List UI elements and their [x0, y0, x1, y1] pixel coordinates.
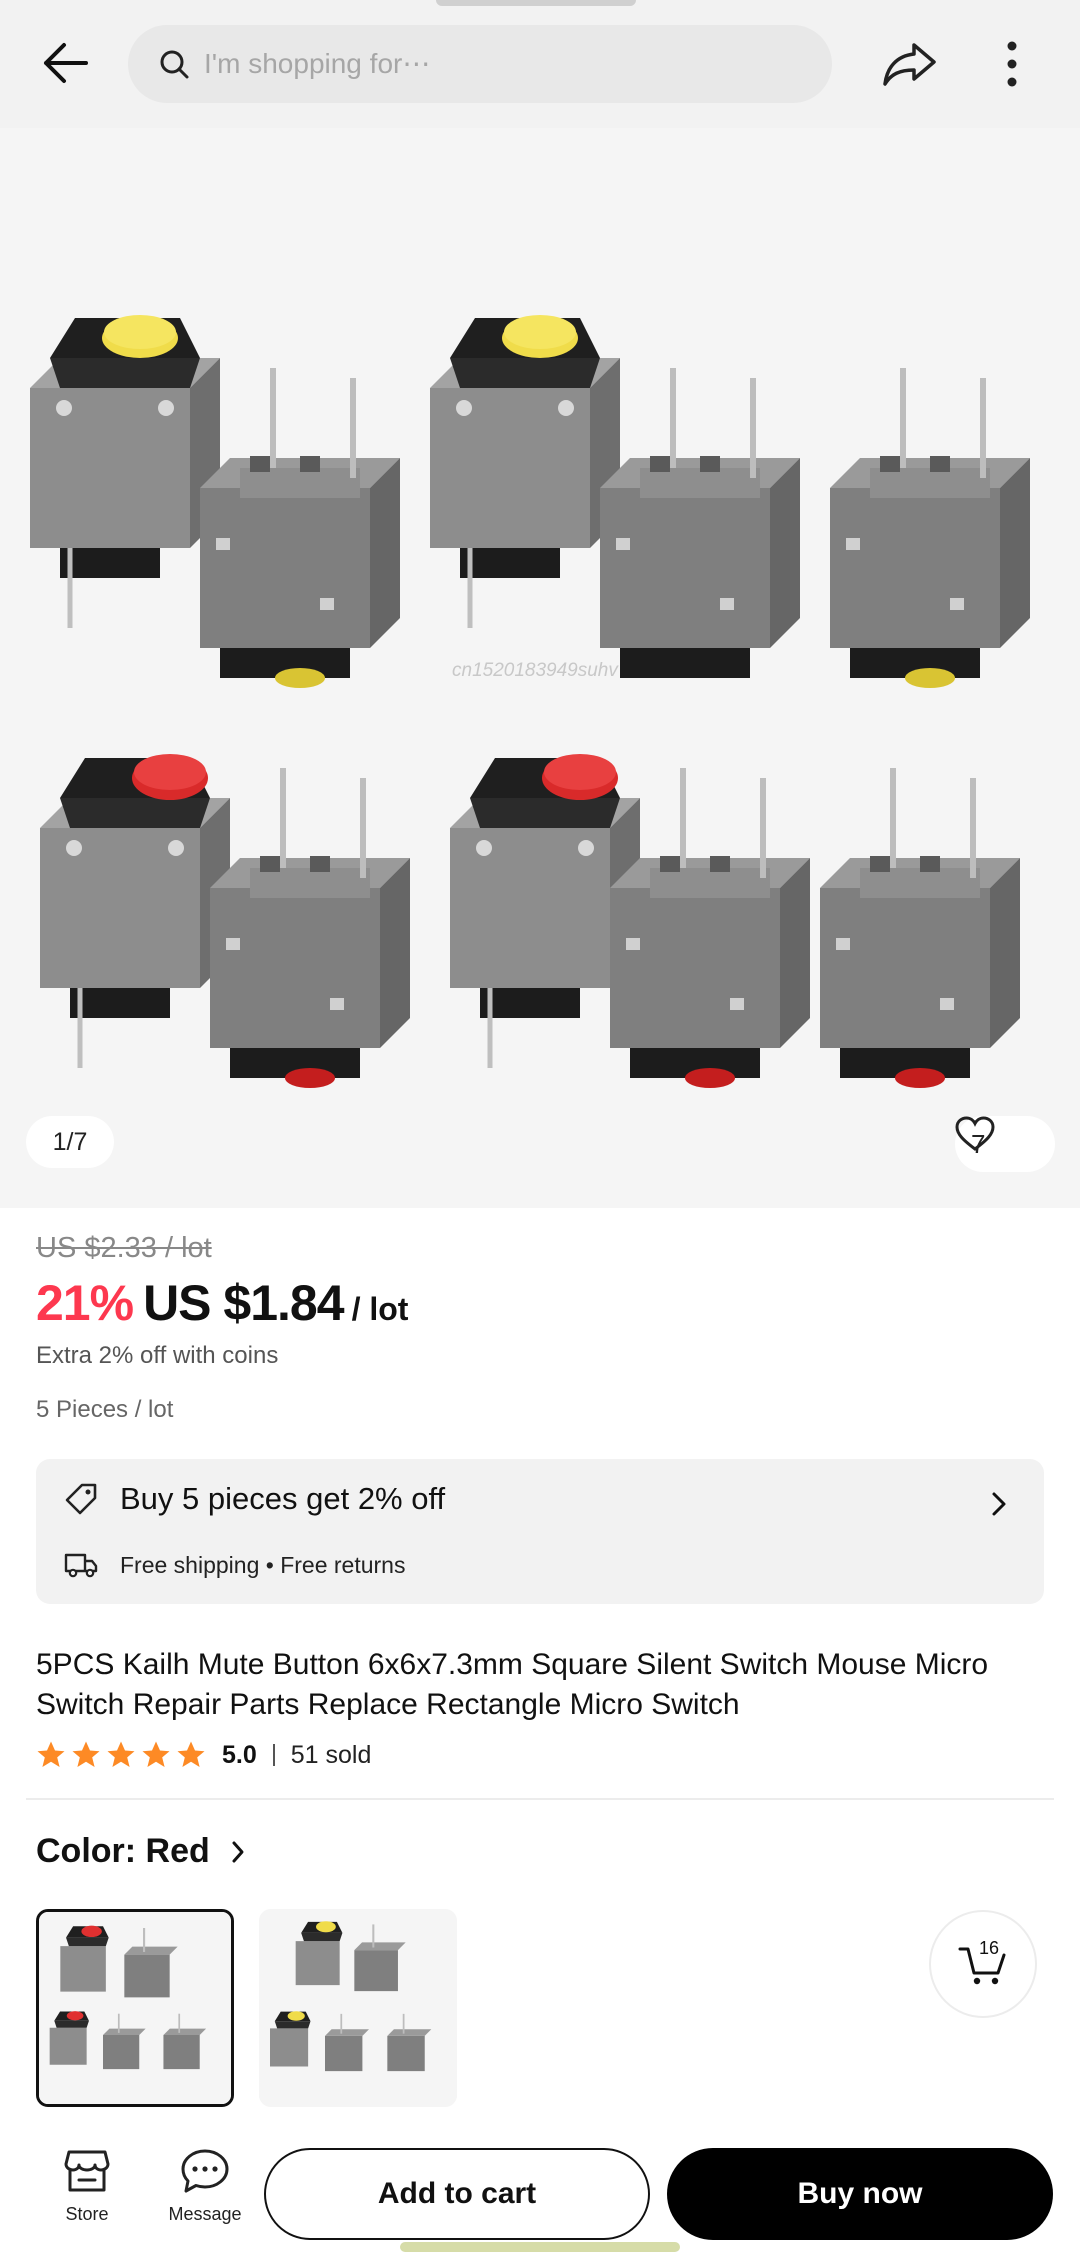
image-page-indicator: 1/7	[26, 1116, 114, 1168]
promo-title: Buy 5 pieces get 2% off	[120, 1481, 446, 1516]
shipping-row: Free shipping • Free returns	[64, 1551, 405, 1579]
home-indicator[interactable]	[400, 2242, 680, 2252]
share-icon	[883, 43, 936, 86]
floating-cart-button[interactable]: 16	[929, 1910, 1037, 2018]
pieces-per-lot: 5 Pieces / lot	[36, 1396, 174, 1423]
separator	[272, 1744, 275, 1766]
search-bar[interactable]	[128, 25, 832, 103]
promo-discount-row: Buy 5 pieces get 2% off	[64, 1481, 445, 1517]
message-label: Message	[168, 2204, 242, 2224]
coins-offer: Extra 2% off with coins	[36, 1342, 279, 1369]
share-button[interactable]	[880, 34, 940, 94]
search-icon	[160, 50, 189, 79]
current-price: US $1.84	[143, 1275, 344, 1331]
message-icon	[181, 2149, 229, 2193]
tag-icon	[65, 1483, 97, 1515]
sold-count: 51 sold	[290, 1740, 372, 1769]
chevron-right-icon	[232, 1841, 244, 1862]
color-label: Color: Red	[36, 1832, 210, 1870]
shipping-text: Free shipping • Free returns	[120, 1551, 406, 1578]
store-button[interactable]: Store	[32, 2148, 142, 2225]
rating-value: 5.0	[222, 1740, 257, 1769]
status-notch	[436, 0, 636, 6]
chevron-right-icon	[992, 1492, 1006, 1516]
star-icon	[37, 1741, 65, 1767]
rating-row[interactable]: 5.0 51 sold	[36, 1740, 371, 1770]
arrow-left-icon	[44, 43, 88, 83]
wishlist-button[interactable]: 7	[955, 1116, 1055, 1172]
price-unit: / lot	[351, 1291, 409, 1327]
truck-icon	[64, 1553, 98, 1578]
product-image-gallery[interactable]: cn1520183949suhv 1/7 7	[0, 128, 1080, 1208]
promo-box[interactable]: Buy 5 pieces get 2% off Free shipping • …	[36, 1459, 1044, 1604]
original-price: US $2.33 / lot	[36, 1232, 212, 1264]
price-row: 21% US $1.84 / lot	[36, 1274, 408, 1332]
back-button[interactable]	[36, 34, 94, 92]
star-icon	[107, 1741, 135, 1767]
color-selector-header[interactable]: Color: Red	[36, 1832, 246, 1871]
cart-count-badge: 16	[979, 1938, 1000, 1958]
star-icon	[142, 1741, 170, 1767]
top-bar	[0, 0, 1080, 128]
store-icon	[64, 2150, 110, 2192]
message-button[interactable]: Message	[150, 2148, 260, 2225]
color-option-red[interactable]	[36, 1909, 234, 2107]
image-watermark: cn1520183949suhv	[452, 660, 618, 681]
divider	[26, 1798, 1054, 1800]
red-switch-thumbnail	[39, 1912, 231, 2104]
buy-now-button[interactable]: Buy now	[667, 2148, 1053, 2240]
discount-percent: 21%	[36, 1275, 134, 1331]
search-input[interactable]	[204, 48, 764, 80]
store-label: Store	[65, 2204, 109, 2224]
more-options-button[interactable]	[984, 34, 1040, 94]
star-icon	[72, 1741, 100, 1767]
heart-icon	[955, 1116, 995, 1151]
yellow-switch-thumbnail	[259, 1909, 457, 2107]
star-icon	[177, 1741, 205, 1767]
product-title: 5PCS Kailh Mute Button 6x6x7.3mm Square …	[36, 1648, 989, 1721]
rating-stars	[36, 1740, 206, 1770]
color-option-yellow[interactable]	[259, 1909, 457, 2107]
add-to-cart-button[interactable]: Add to cart	[264, 2148, 650, 2240]
more-vertical-icon	[1007, 41, 1017, 87]
